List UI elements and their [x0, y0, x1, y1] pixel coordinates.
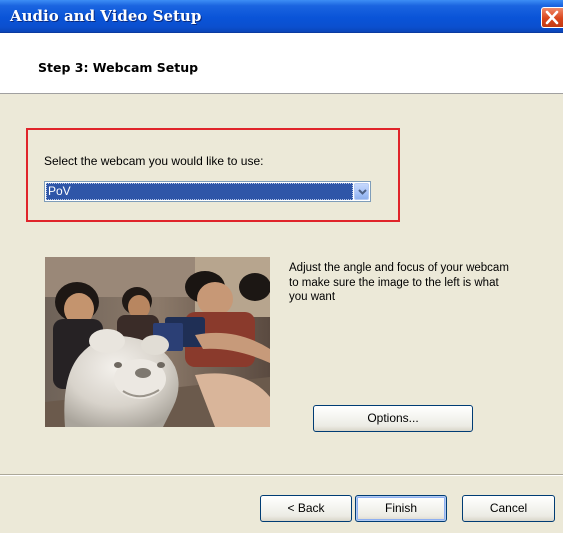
close-button[interactable]: [541, 7, 563, 28]
footer-divider: [0, 474, 563, 476]
dropdown-button[interactable]: [354, 183, 369, 200]
close-icon: [545, 10, 559, 25]
webcam-preview-image: [45, 257, 270, 427]
webcam-selected-value[interactable]: PoV: [46, 183, 353, 200]
cancel-button[interactable]: Cancel: [462, 495, 555, 522]
webcam-dropdown[interactable]: PoV: [44, 181, 371, 202]
finish-button[interactable]: Finish: [355, 495, 447, 522]
setup-dialog: Audio and Video Setup Step 3: Webcam Set…: [0, 0, 563, 533]
preview-instructions: Adjust the angle and focus of your webca…: [289, 262, 509, 303]
webcam-selection-highlight: [26, 128, 400, 222]
wizard-header: Step 3: Webcam Setup: [0, 33, 563, 94]
back-button[interactable]: < Back: [260, 495, 352, 522]
window-title: Audio and Video Setup: [10, 7, 202, 25]
webcam-select-label: Select the webcam you would like to use:: [44, 154, 264, 168]
options-button[interactable]: Options...: [313, 405, 473, 432]
title-bar[interactable]: Audio and Video Setup: [0, 0, 563, 33]
step-title: Step 3: Webcam Setup: [38, 60, 199, 75]
chevron-down-icon: [358, 189, 367, 195]
webcam-preview-photo: [45, 257, 270, 427]
